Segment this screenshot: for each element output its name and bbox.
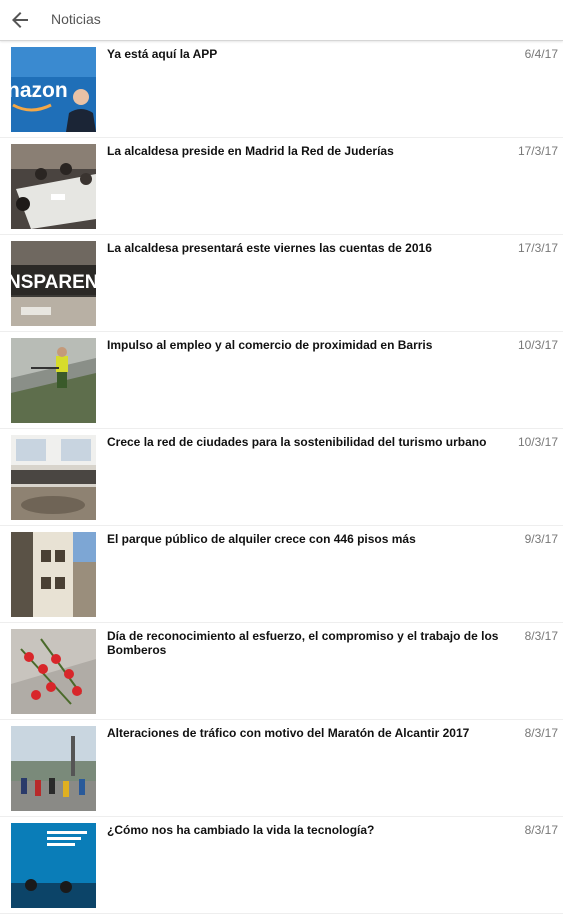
news-date: 10/3/17 (517, 435, 558, 449)
news-date: 8/3/17 (524, 823, 558, 837)
news-item[interactable]: Alteraciones de tráfico con motivo del M… (0, 720, 563, 817)
news-item[interactable]: NSPAREN La alcaldesa presentará este vie… (0, 235, 563, 332)
news-item[interactable]: nazon Ya está aquí la APP 6/4/17 (0, 41, 563, 138)
news-title: ¿Cómo nos ha cambiado la vida la tecnolo… (107, 823, 375, 837)
page-title: Noticias (51, 11, 101, 27)
news-item[interactable]: El parque público de alquiler crece con … (0, 526, 563, 623)
news-date: 6/4/17 (524, 47, 558, 61)
news-date: 8/3/17 (524, 629, 558, 643)
news-item[interactable]: ¿Cómo nos ha cambiado la vida la tecnolo… (0, 817, 563, 914)
news-date: 9/3/17 (524, 532, 558, 546)
news-list: nazon Ya está aquí la APP 6/4/17 La alca… (0, 41, 563, 914)
news-item[interactable]: La alcaldesa preside en Madrid la Red de… (0, 138, 563, 235)
news-title: Alteraciones de tráfico con motivo del M… (107, 726, 470, 740)
conference-room-photo (11, 435, 96, 520)
news-item[interactable]: Impulso al empleo y al comercio de proxi… (0, 332, 563, 429)
amazon-presenter-photo: nazon (11, 47, 96, 132)
news-date: 17/3/17 (517, 241, 558, 255)
red-flowers-photo (11, 629, 96, 714)
news-item[interactable]: Crece la red de ciudades para la sosteni… (0, 429, 563, 526)
street-worker-photo (11, 338, 96, 423)
news-title: Impulso al empleo y al comercio de proxi… (107, 338, 433, 352)
transparency-banner-text: NSPAREN (11, 272, 96, 293)
apartment-building-photo (11, 532, 96, 617)
transparency-meeting-photo: NSPAREN (11, 241, 96, 326)
news-item[interactable]: Día de reconocimiento al esfuerzo, el co… (0, 623, 563, 720)
news-title: Día de reconocimiento al esfuerzo, el co… (107, 629, 499, 657)
arrow-left-icon[interactable] (8, 8, 32, 32)
news-title: Crece la red de ciudades para la sosteni… (107, 435, 487, 449)
news-date: 10/3/17 (517, 338, 558, 352)
news-title: Ya está aquí la APP (107, 47, 218, 61)
marathon-runners-photo (11, 726, 96, 811)
news-title: La alcaldesa presentará este viernes las… (107, 241, 432, 255)
meeting-table-photo (11, 144, 96, 229)
news-date: 17/3/17 (517, 144, 558, 158)
technology-talk-photo (11, 823, 96, 908)
news-date: 8/3/17 (524, 726, 558, 740)
amazon-logo-text: nazon (11, 79, 68, 102)
app-bar: Noticias (0, 0, 563, 41)
news-title: La alcaldesa preside en Madrid la Red de… (107, 144, 394, 158)
news-title: El parque público de alquiler crece con … (107, 532, 416, 546)
